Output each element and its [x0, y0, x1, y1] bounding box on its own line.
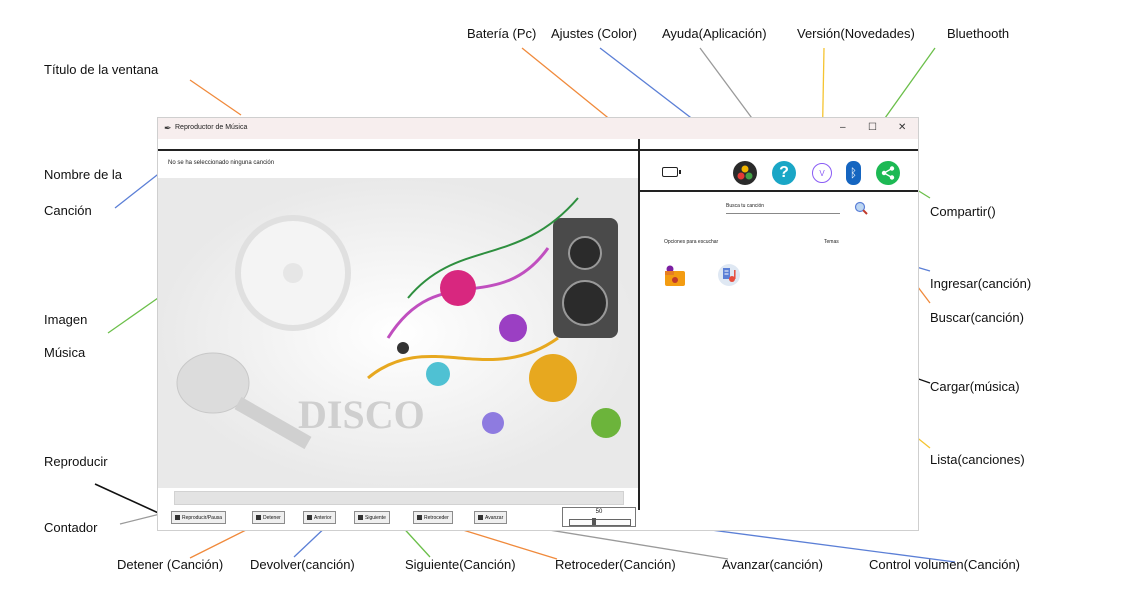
- annotation-image-2: Música: [44, 345, 86, 360]
- annotation-play: Reproducir: [44, 454, 108, 469]
- volume-value: 50: [595, 509, 603, 515]
- previous-label: Anterior: [314, 515, 332, 521]
- annotation-version: Versión(Novedades): [797, 26, 915, 41]
- annotation-song-name: Nombre de la: [44, 167, 123, 182]
- themes-label: Temas: [824, 239, 839, 245]
- stop-icon: [256, 515, 261, 521]
- app-window: ✒ Reproductor de Música – ☐ ✕ No se ha s…: [157, 117, 919, 531]
- annotation-rewind: Retroceder(Canción): [555, 557, 676, 572]
- stop-button[interactable]: Detener: [252, 511, 285, 524]
- annotation-volume: Control volumen(Canción): [869, 557, 1021, 572]
- rewind-label: Retroceder: [424, 515, 449, 521]
- music-artwork: DISCO: [158, 178, 638, 488]
- annotation-forward: Avanzar(canción): [722, 557, 823, 572]
- stop-label: Detener: [263, 515, 281, 521]
- title-bar: ✒ Reproductor de Música – ☐ ✕: [158, 118, 918, 139]
- annotation-stop: Detener (Canción): [117, 557, 224, 572]
- svg-text:DISCO: DISCO: [298, 392, 425, 437]
- arrow-image: [107, 297, 159, 334]
- help-glyph: ?: [779, 164, 789, 181]
- forward-label: Avanzar: [485, 515, 504, 521]
- annotation-battery: Batería (Pc): [467, 26, 537, 41]
- volume-slider-track[interactable]: [569, 519, 631, 526]
- next-button[interactable]: Siguiente: [354, 511, 390, 524]
- arrow-play: [94, 483, 166, 517]
- feather-icon: ✒: [164, 123, 172, 133]
- previous-button[interactable]: Anterior: [303, 511, 336, 524]
- annotation-song-name-2: Canción: [44, 203, 92, 218]
- annotation-bluetooth: Bluethooth: [947, 26, 1010, 41]
- bluetooth-glyph: ᛒ: [849, 166, 858, 180]
- window-title: Reproductor de Música: [175, 124, 248, 131]
- annotation-share: Compartir(): [930, 204, 996, 219]
- listening-options-label: Opciones para escuchar: [664, 239, 719, 245]
- song-name-label: No se ha seleccionado ninguna canción: [168, 160, 275, 166]
- annotation-window-title: Título de la ventana: [44, 62, 159, 77]
- play-pause-button[interactable]: Reproducir/Pausa: [171, 511, 227, 524]
- volume-control[interactable]: 50: [562, 507, 636, 527]
- toolbar-separator: [640, 190, 918, 192]
- next-label: Siguiente: [365, 515, 386, 521]
- maximize-button[interactable]: ☐: [868, 122, 877, 133]
- annotation-input: Ingresar(canción): [930, 276, 1032, 291]
- volume-slider-thumb[interactable]: [592, 518, 596, 525]
- play-icon: [175, 515, 180, 521]
- annotation-counter: Contador: [44, 520, 98, 535]
- version-icon[interactable]: V: [812, 163, 832, 183]
- forward-icon: [478, 515, 483, 521]
- song-search-input[interactable]: Busca tu canción: [726, 203, 840, 214]
- share-icon[interactable]: [876, 161, 900, 185]
- top-separator: [158, 149, 918, 151]
- annotation-search: Buscar(canción): [930, 310, 1024, 325]
- previous-icon: [307, 515, 312, 521]
- panel-divider: [638, 139, 640, 510]
- annotation-list: Lista(canciones): [930, 452, 1025, 467]
- version-glyph: V: [819, 168, 825, 178]
- next-icon: [358, 515, 363, 521]
- forward-button[interactable]: Avanzar: [474, 511, 508, 524]
- annotation-previous: Devolver(canción): [250, 557, 355, 572]
- arrow-window-title: [189, 79, 242, 116]
- play-pause-label: Reproducir/Pausa: [182, 515, 223, 521]
- help-icon[interactable]: ?: [772, 161, 796, 185]
- battery-icon[interactable]: [662, 167, 681, 177]
- song-list-icon[interactable]: [718, 264, 740, 286]
- settings-color-icon[interactable]: [733, 161, 757, 185]
- annotation-load: Cargar(música): [930, 379, 1020, 394]
- annotation-next: Siguiente(Canción): [405, 557, 516, 572]
- annotation-image: Imagen: [44, 312, 88, 327]
- annotation-settings: Ajustes (Color): [551, 26, 637, 41]
- rewind-icon: [417, 515, 422, 521]
- annotation-help: Ayuda(Aplicación): [662, 26, 767, 41]
- minimize-button[interactable]: –: [840, 122, 846, 133]
- counter-bar[interactable]: [174, 491, 624, 505]
- close-button[interactable]: ✕: [898, 122, 906, 133]
- rewind-button[interactable]: Retroceder: [413, 511, 453, 524]
- load-music-icon[interactable]: [664, 264, 686, 288]
- search-icon[interactable]: [854, 201, 868, 215]
- bluetooth-icon[interactable]: ᛒ: [846, 161, 861, 185]
